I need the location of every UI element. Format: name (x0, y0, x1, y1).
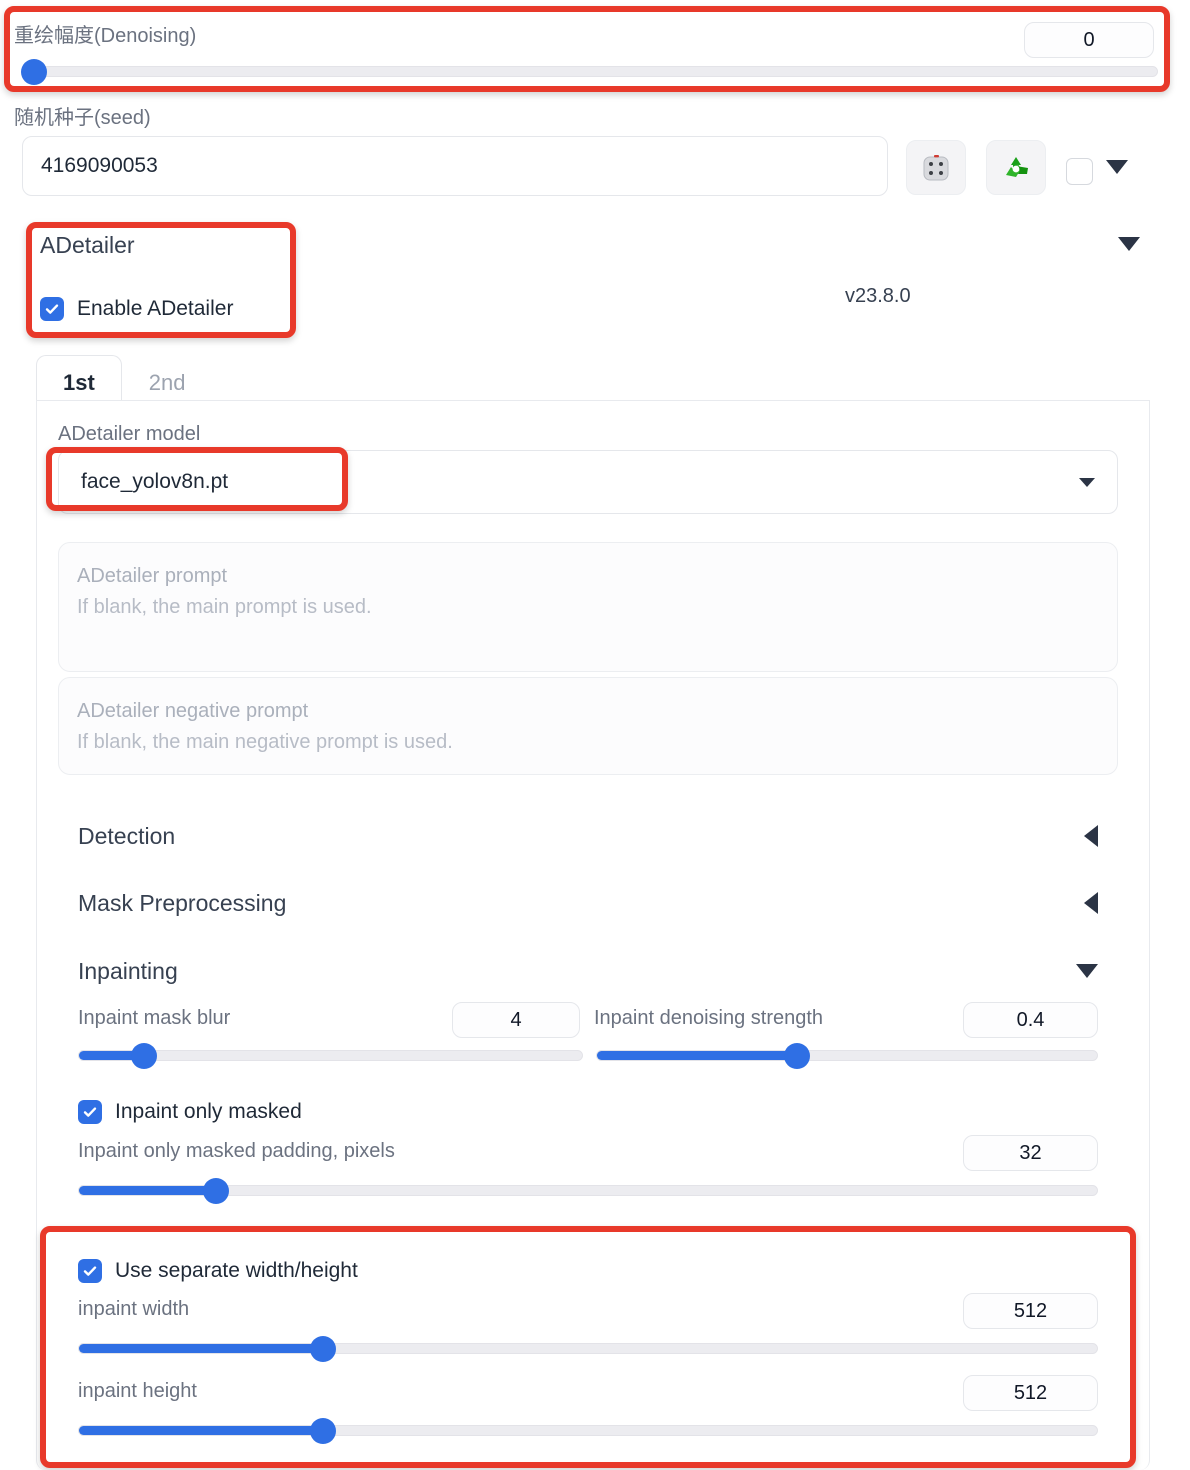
adetailer-settings-page: 重绘幅度(Denoising) 0 随机种子(seed) 4169090053 … (0, 0, 1190, 1470)
inpaint-denoising-strength-input[interactable]: 0.4 (963, 1002, 1098, 1038)
adetailer-prompt-textarea[interactable]: ADetailer prompt If blank, the main prom… (58, 542, 1118, 672)
use-separate-width-height-label: Use separate width/height (115, 1259, 358, 1282)
slider-fill (79, 1344, 324, 1353)
chevron-left-icon[interactable] (1084, 825, 1098, 847)
adetailer-prompt-placeholder-title: ADetailer prompt (77, 565, 228, 587)
recycle-icon-svg (1006, 156, 1028, 177)
adetailer-negative-prompt-textarea[interactable]: ADetailer negative prompt If blank, the … (58, 677, 1118, 775)
use-separate-width-height-checkbox[interactable]: Use separate width/height (78, 1259, 358, 1283)
adetailer-negprompt-placeholder-hint: If blank, the main negative prompt is us… (77, 731, 453, 753)
chevron-down-icon[interactable] (1079, 477, 1095, 487)
inpaint-mask-blur-label: Inpaint mask blur (78, 1007, 231, 1029)
inpaint-mask-blur-input[interactable]: 4 (452, 1002, 580, 1038)
slider-fill (597, 1051, 797, 1060)
inpaint-denoising-strength-label: Inpaint denoising strength (594, 1007, 824, 1029)
chevron-down-icon[interactable] (1076, 964, 1098, 978)
adetailer-negprompt-placeholder-title: ADetailer negative prompt (77, 700, 309, 722)
section-inpainting-title: Inpainting (78, 957, 178, 984)
denoising-label: 重绘幅度(Denoising) (14, 25, 197, 47)
inpaint-only-masked-checkbox[interactable]: Inpaint only masked (78, 1100, 302, 1124)
checkbox-checked-icon (78, 1259, 102, 1283)
denoising-slider[interactable] (21, 58, 1158, 85)
slider-knob[interactable] (131, 1042, 158, 1069)
inpaint-denoising-strength-slider[interactable] (596, 1042, 1098, 1069)
slider-fill (79, 1186, 217, 1195)
inpaint-height-label: inpaint height (78, 1380, 197, 1402)
adetailer-collapse-chevron-down-icon[interactable] (1118, 237, 1140, 251)
adetailer-model-label: ADetailer model (58, 423, 201, 445)
seed-extra-checkbox[interactable] (1066, 158, 1093, 185)
checkbox-checked-icon (78, 1100, 102, 1124)
slider-fill (79, 1426, 324, 1435)
seed-input[interactable]: 4169090053 (22, 136, 888, 196)
recycle-icon[interactable] (986, 140, 1046, 195)
slider-knob[interactable] (310, 1417, 337, 1444)
inpaint-only-masked-label: Inpaint only masked (115, 1100, 302, 1123)
annotation-box-denoising (4, 6, 1170, 92)
section-mask-preprocessing[interactable]: Mask Preprocessing (78, 885, 1098, 921)
adetailer-title: ADetailer (40, 232, 135, 258)
section-mask-preprocessing-title: Mask Preprocessing (78, 889, 287, 916)
dice-icon[interactable] (906, 140, 966, 195)
inpaint-padding-label: Inpaint only masked padding, pixels (78, 1140, 395, 1162)
slider-knob[interactable] (310, 1335, 337, 1362)
adetailer-model-select[interactable]: face_yolov8n.pt (58, 450, 1118, 514)
inpaint-width-label: inpaint width (78, 1298, 190, 1320)
seed-label: 随机种子(seed) (14, 107, 151, 129)
adetailer-prompt-placeholder-hint: If blank, the main prompt is used. (77, 596, 372, 618)
denoising-value-input[interactable]: 0 (1024, 22, 1154, 58)
adetailer-model-value: face_yolov8n.pt (81, 470, 229, 493)
section-detection-title: Detection (78, 822, 176, 849)
dice-icon-svg (923, 154, 949, 180)
inpaint-height-slider[interactable] (78, 1417, 1098, 1444)
section-inpainting[interactable]: Inpainting (78, 953, 1098, 989)
denoising-slider-knob[interactable] (21, 58, 48, 85)
inpaint-padding-input[interactable]: 32 (963, 1135, 1098, 1171)
enable-adetailer-checkbox[interactable]: Enable ADetailer (40, 297, 233, 321)
enable-adetailer-label: Enable ADetailer (77, 297, 234, 320)
section-detection[interactable]: Detection (78, 818, 1098, 854)
inpaint-padding-slider[interactable] (78, 1177, 1098, 1204)
inpaint-height-input[interactable]: 512 (963, 1375, 1098, 1411)
checkbox-checked-icon (40, 297, 64, 321)
inpaint-width-slider[interactable] (78, 1335, 1098, 1362)
adetailer-version: v23.8.0 (845, 285, 911, 307)
chevron-down-icon[interactable] (1106, 160, 1128, 174)
inpaint-width-input[interactable]: 512 (963, 1293, 1098, 1329)
inpaint-mask-blur-slider[interactable] (78, 1042, 583, 1069)
slider-knob[interactable] (784, 1042, 810, 1069)
slider-knob[interactable] (203, 1177, 230, 1204)
chevron-left-icon[interactable] (1084, 892, 1098, 914)
